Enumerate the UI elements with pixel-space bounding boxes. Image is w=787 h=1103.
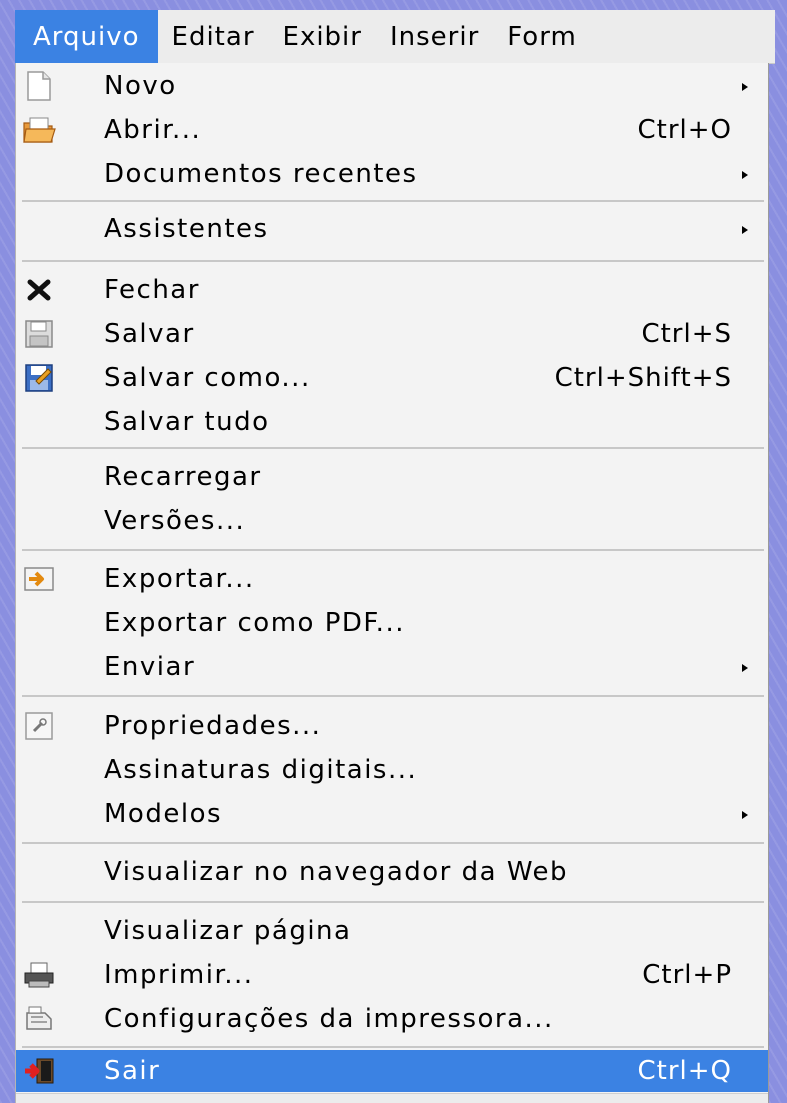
- menu-item-novo[interactable]: Novo: [16, 63, 768, 109]
- properties-icon: [22, 709, 56, 743]
- separator: [22, 695, 764, 697]
- shortcut: Ctrl+S: [641, 319, 732, 349]
- menu-item-label: Assistentes: [104, 214, 269, 244]
- menu-item-exportar-pdf[interactable]: Exportar como PDF...: [16, 600, 768, 646]
- exit-icon: [22, 1054, 56, 1088]
- open-folder-icon: [22, 113, 56, 147]
- menu-item-salvar-como[interactable]: Salvar como... Ctrl+Shift+S: [16, 355, 768, 401]
- menu-item-propriedades[interactable]: Propriedades...: [16, 703, 768, 749]
- menu-arquivo[interactable]: Arquivo: [15, 10, 158, 63]
- close-icon: [22, 273, 56, 307]
- printer-icon: [22, 958, 56, 992]
- menu-item-exportar[interactable]: Exportar...: [16, 556, 768, 602]
- menu-item-label: Imprimir...: [104, 960, 254, 990]
- menu-exibir[interactable]: Exibir: [269, 10, 376, 63]
- menu-item-label: Salvar como...: [104, 363, 311, 393]
- menu-item-label: Abrir...: [104, 115, 202, 145]
- menu-item-salvar-tudo[interactable]: Salvar tudo: [16, 399, 768, 445]
- menu-item-recarregar[interactable]: Recarregar: [16, 454, 768, 500]
- separator: [22, 1046, 764, 1048]
- file-dropdown-menu: Novo Abrir... Ctrl+O Documentos recentes…: [15, 63, 769, 1103]
- separator: [22, 901, 764, 903]
- menu-item-label: Visualizar no navegador da Web: [104, 857, 569, 887]
- separator: [22, 549, 764, 551]
- menu-item-label: Salvar: [104, 319, 195, 349]
- menu-item-label: Visualizar página: [104, 916, 352, 946]
- menu-bottom-edge: [16, 1093, 768, 1103]
- menu-item-label: Novo: [104, 71, 177, 101]
- new-document-icon: [22, 69, 56, 103]
- menu-item-fechar[interactable]: Fechar: [16, 267, 768, 313]
- submenu-arrow-icon: [742, 664, 748, 672]
- submenu-arrow-icon: [742, 171, 748, 179]
- menu-item-label: Configurações da impressora...: [104, 1004, 554, 1034]
- shortcut: Ctrl+Q: [637, 1056, 732, 1086]
- menu-item-label: Salvar tudo: [104, 407, 270, 437]
- separator: [22, 200, 764, 202]
- menu-item-label: Versões...: [104, 506, 246, 536]
- menu-item-imprimir[interactable]: Imprimir... Ctrl+P: [16, 952, 768, 998]
- menu-item-assistentes[interactable]: Assistentes: [16, 206, 768, 252]
- menu-item-label: Documentos recentes: [104, 159, 418, 189]
- export-icon: [22, 562, 56, 596]
- menu-item-label: Exportar como PDF...: [104, 608, 405, 638]
- menu-item-enviar[interactable]: Enviar: [16, 644, 768, 690]
- menu-item-label: Propriedades...: [104, 711, 322, 741]
- save-icon: [22, 317, 56, 351]
- submenu-arrow-icon: [742, 83, 748, 91]
- menu-editar[interactable]: Editar: [158, 10, 269, 63]
- shortcut: Ctrl+Shift+S: [554, 363, 732, 393]
- menu-item-label: Sair: [104, 1056, 161, 1086]
- menu-item-label: Exportar...: [104, 564, 255, 594]
- menu-item-sair[interactable]: Sair Ctrl+Q: [16, 1050, 768, 1092]
- menu-item-visualizar-pagina[interactable]: Visualizar página: [16, 908, 768, 954]
- menu-item-label: Modelos: [104, 799, 223, 829]
- printer-settings-icon: [22, 1002, 56, 1036]
- menu-item-abrir[interactable]: Abrir... Ctrl+O: [16, 107, 768, 153]
- submenu-arrow-icon: [742, 226, 748, 234]
- separator: [22, 842, 764, 844]
- menu-item-configuracoes-impressora[interactable]: Configurações da impressora...: [16, 996, 768, 1042]
- shortcut: Ctrl+O: [637, 115, 732, 145]
- menu-inserir[interactable]: Inserir: [376, 10, 493, 63]
- menu-item-label: Recarregar: [104, 462, 262, 492]
- save-as-icon: [22, 361, 56, 395]
- menu-item-label: Enviar: [104, 652, 196, 682]
- separator: [22, 447, 764, 449]
- menu-item-documentos-recentes[interactable]: Documentos recentes: [16, 151, 768, 197]
- shortcut: Ctrl+P: [642, 960, 732, 990]
- submenu-arrow-icon: [742, 811, 748, 819]
- menu-item-assinaturas-digitais[interactable]: Assinaturas digitais...: [16, 747, 768, 793]
- menu-item-label: Assinaturas digitais...: [104, 755, 418, 785]
- separator: [22, 260, 764, 262]
- menu-bar: Arquivo Editar Exibir Inserir Form: [15, 10, 775, 64]
- menu-item-salvar[interactable]: Salvar Ctrl+S: [16, 311, 768, 357]
- menu-formatar[interactable]: Form: [493, 10, 591, 63]
- menu-item-visualizar-navegador[interactable]: Visualizar no navegador da Web: [16, 849, 768, 895]
- menu-item-modelos[interactable]: Modelos: [16, 791, 768, 837]
- menu-item-versoes[interactable]: Versões...: [16, 498, 768, 544]
- menu-item-label: Fechar: [104, 275, 200, 305]
